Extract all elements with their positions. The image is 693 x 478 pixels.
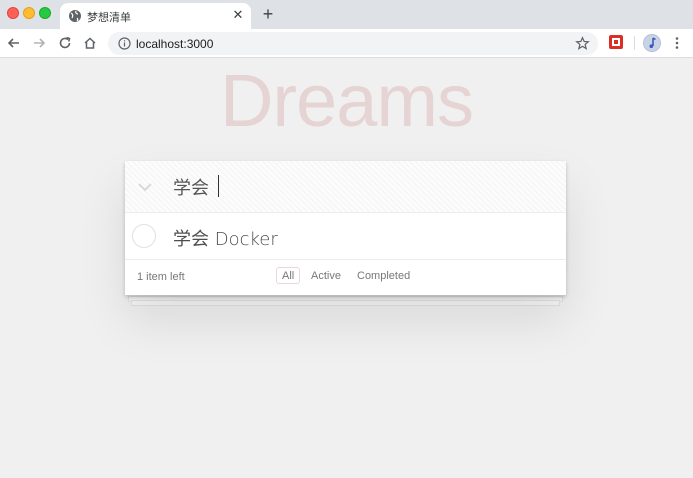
filter-completed[interactable]: Completed	[351, 267, 416, 284]
toolbar-separator	[634, 36, 635, 50]
url-text: localhost:3000	[136, 37, 214, 51]
info-icon[interactable]	[118, 37, 131, 50]
new-tab-button[interactable]: +	[260, 5, 276, 23]
new-todo-row	[125, 161, 566, 213]
page-viewport: Dreams 学会 Docker 1 item left All Active …	[0, 58, 693, 478]
todo-complete-checkbox[interactable]	[132, 224, 156, 248]
todo-app-card: 学会 Docker 1 item left All Active Complet…	[125, 161, 566, 295]
back-icon[interactable]	[6, 35, 22, 51]
menu-dots-icon[interactable]	[672, 36, 682, 50]
todo-label[interactable]: 学会 Docker	[173, 225, 278, 251]
todo-list-item[interactable]: 学会 Docker	[125, 213, 566, 260]
browser-tab[interactable]: 梦想清单 ✕	[60, 3, 251, 29]
filter-active[interactable]: Active	[305, 267, 347, 284]
close-window-button[interactable]	[7, 7, 19, 19]
profile-avatar[interactable]	[643, 34, 661, 52]
music-note-icon	[649, 37, 656, 48]
extension-icon[interactable]	[609, 35, 623, 49]
home-icon[interactable]	[82, 35, 98, 51]
forward-icon[interactable]	[31, 35, 47, 51]
chevron-down-icon[interactable]	[137, 181, 153, 193]
filter-all[interactable]: All	[276, 267, 301, 284]
browser-tabstrip: 梦想清单 ✕ +	[0, 0, 693, 29]
app-title: Dreams	[219, 59, 474, 142]
globe-icon	[69, 10, 81, 22]
tab-close-icon[interactable]: ✕	[231, 8, 245, 22]
card-stack-shadow-2	[131, 300, 560, 306]
bookmark-star-icon[interactable]	[575, 36, 590, 51]
minimize-window-button[interactable]	[23, 7, 35, 19]
items-left-count: 1 item left	[137, 271, 185, 283]
address-bar[interactable]: localhost:3000	[108, 32, 598, 55]
browser-toolbar: localhost:3000	[0, 29, 693, 58]
todo-footer: 1 item left All Active Completed	[125, 260, 566, 295]
reload-icon[interactable]	[57, 35, 73, 51]
maximize-window-button[interactable]	[39, 7, 51, 19]
tab-title: 梦想清单	[87, 11, 131, 24]
new-todo-input[interactable]	[173, 173, 553, 201]
text-caret	[218, 175, 219, 197]
